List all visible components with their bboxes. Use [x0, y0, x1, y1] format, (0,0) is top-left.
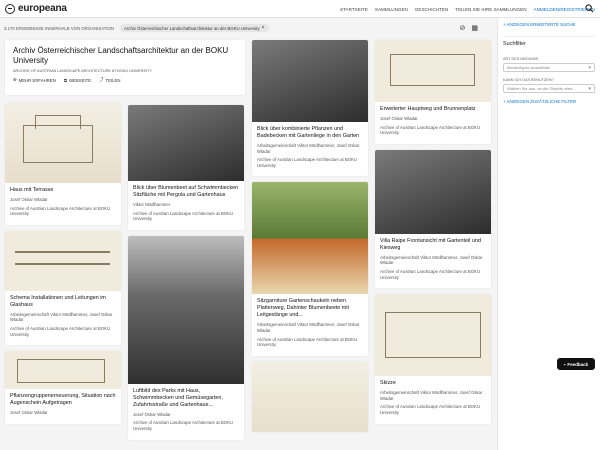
close-icon[interactable]: ×: [262, 25, 265, 31]
card-creator: Josef Oskar Wladar: [133, 411, 171, 417]
card-provider: Archive of Austrian Landscape Architectu…: [10, 205, 111, 217]
share-icon: ⤴: [99, 77, 104, 82]
card-title: Blick über Blumenbeet auf Schwimmbecken …: [133, 185, 239, 198]
card-title: Skizze: [380, 380, 396, 387]
advanced-search-link[interactable]: + ANZEIGEN ERWEITERTE SUCHE: [503, 22, 595, 27]
card-provider: Archive of Austrian Landscape Architectu…: [133, 210, 234, 222]
share-button[interactable]: ⤴ TEILEN: [99, 77, 120, 83]
card-image: [5, 351, 121, 390]
card-title: Sitzgarniture Gartenschaukeln neben Plat…: [257, 298, 349, 319]
card-image: [5, 103, 121, 183]
result-card[interactable]: [252, 361, 368, 432]
top-bar: europeana STARTSEITE SAMMLUNGEN GESCHICH…: [0, 0, 600, 18]
card-creator: Josef Oskar Wladar: [380, 116, 418, 121]
card-creator: Arbeitsgemeinschaft Viktor Mödlhammer, J…: [380, 390, 483, 401]
result-card[interactable]: Schema Installationen und Leitungen im G…: [5, 230, 121, 346]
filter-title: Suchfilter: [503, 36, 595, 47]
nav-teilen[interactable]: TEILEN SIE IHRE SAMMLUNGEN: [455, 7, 526, 12]
card-title: Luftbild des Parks mit Haus, Schwimmbeck…: [133, 387, 223, 408]
feedback-button[interactable]: ▪ Feedback: [557, 358, 595, 370]
result-card[interactable]: Blick über kombinierte Pflanzen und Bade…: [252, 40, 368, 177]
result-card[interactable]: Luftbild des Parks mit Haus, Schwimmbeck…: [128, 235, 244, 440]
chat-icon: ▪: [563, 361, 566, 367]
card-creator: Arbeitsgemeinschaft Viktor Mödlhammer, J…: [10, 311, 113, 323]
organisation-card: Archiv Österreichischer Landschaftsarchi…: [5, 40, 245, 95]
card-provider: Archive of Austrian Landscape Architectu…: [10, 325, 111, 337]
card-image: [375, 149, 491, 234]
search-icon[interactable]: [585, 4, 594, 13]
organisation-title: Archiv Österreichischer Landschaftsarchi…: [13, 46, 229, 65]
reuse-select[interactable]: Wählen Sie aus, ob die Objekte wied...: [503, 84, 595, 93]
card-provider: Archive of Austrian Landscape Architectu…: [380, 268, 481, 280]
card-provider: Archive of Austrian Landscape Architectu…: [380, 124, 481, 136]
card-title: Blick über kombinierte Pflanzen und Bade…: [257, 126, 360, 139]
plus-icon: ⊕: [13, 77, 17, 82]
card-image: [252, 182, 368, 295]
check-circle-icon[interactable]: ⊘: [460, 24, 466, 32]
europeana-logo[interactable]: europeana: [5, 3, 67, 14]
card-image: [252, 361, 368, 432]
nav-startseite[interactable]: STARTSEITE: [340, 7, 368, 12]
result-card[interactable]: Villa Raipe Frontansicht mit Gartenteil …: [375, 149, 491, 289]
card-image: [375, 40, 491, 102]
card-creator: Arbeitsgemeinschaft Viktor Mödlhammer, J…: [257, 322, 360, 333]
card-title: Villa Raipe Frontansicht mit Gartenteil …: [380, 237, 481, 251]
more-info-label: MEHR ERFAHREN: [18, 77, 56, 83]
results-bar: 3.170 ERGEBNISSE INNERHALB VON ORGANISAT…: [0, 22, 495, 34]
card-image: [375, 294, 491, 377]
media-label: ART DES MEDIUMS: [503, 57, 539, 61]
result-card[interactable]: Haus mit Terrasse Josef Oskar Wladar Arc…: [5, 103, 121, 225]
result-card[interactable]: Pflanzengruppenerneuerung, Situation nac…: [5, 351, 121, 424]
nav-sammlungen[interactable]: SAMMLUNGEN: [375, 7, 408, 12]
result-card[interactable]: Blick über Blumenbeet auf Schwimmbecken …: [128, 105, 244, 230]
sidebar: + ANZEIGEN ERWEITERTE SUCHE Suchfilter A…: [497, 18, 600, 450]
logo-text: europeana: [18, 3, 67, 14]
main-nav: STARTSEITE SAMMLUNGEN GESCHICHTEN TEILEN…: [340, 0, 595, 18]
card-provider: Archive of Austrian Landscape Architectu…: [380, 404, 481, 415]
card-creator: Josef Oskar Wladar: [10, 197, 48, 202]
card-title: Schema Installationen und Leitungen im G…: [10, 294, 106, 308]
card-image: [252, 40, 368, 122]
result-card[interactable]: Skizze Arbeitsgemeinschaft Viktor Mödlha…: [375, 294, 491, 424]
result-card[interactable]: Erweiterter Hauptweg und Brunnenplatz Jo…: [375, 40, 491, 144]
reuse-label: KANN ICH DAS BENUTZEN?: [503, 78, 554, 82]
filter-chip-label: Archiv Österreichischer Landschaftsarchi…: [124, 25, 260, 31]
card-image: [5, 230, 121, 291]
card-image: [128, 105, 244, 181]
result-card[interactable]: Sitzgarniture Gartenschaukeln neben Plat…: [252, 182, 368, 356]
card-creator: Arbeitsgemeinschaft Viktor Mödlhammer, J…: [380, 254, 483, 266]
card-title: Haus mit Terrasse: [10, 187, 54, 193]
share-label: TEILEN: [105, 77, 121, 83]
more-filters-link[interactable]: + ANZEIGEN ZUSÄTZLICHE FILTER: [503, 99, 595, 104]
filter-chip[interactable]: Archiv Österreichischer Landschaftsarchi…: [120, 24, 269, 32]
organisation-subtitle: ARCHIVE OF AUSTRIAN LANDSCAPE ARCHITECTU…: [13, 69, 152, 73]
more-info-button[interactable]: ⊕ MEHR ERFAHREN: [13, 77, 56, 83]
card-creator: Arbeitsgemeinschaft Viktor Mödlhammer, J…: [257, 143, 360, 154]
card-provider: Archive of Austrian Landscape Architectu…: [257, 157, 358, 168]
result-count: 3.170 ERGEBNISSE INNERHALB VON ORGANISAT…: [4, 25, 114, 31]
media-select[interactable]: Medientypen auswählen: [503, 63, 595, 72]
card-provider: Archive of Austrian Landscape Architectu…: [133, 420, 234, 431]
feedback-label: Feedback: [567, 361, 589, 367]
website-button[interactable]: ⧉ WEBSEITE: [64, 77, 91, 83]
nav-geschichten[interactable]: GESCHICHTEN: [415, 7, 448, 12]
card-creator: Josef Oskar Wladar: [10, 410, 48, 416]
card-creator: Viktor Mödlhammer: [133, 202, 171, 207]
link-icon: ⧉: [63, 77, 67, 83]
card-image: [128, 235, 244, 384]
europeana-logo-icon: [5, 3, 15, 14]
card-provider: Archive of Austrian Landscape Architectu…: [257, 336, 358, 348]
grid-view-icon[interactable]: ▦: [471, 24, 478, 32]
card-title: Pflanzengruppenerneuerung, Situation nac…: [10, 393, 116, 407]
website-label: WEBSEITE: [68, 77, 92, 83]
card-title: Erweiterter Hauptweg und Brunnenplatz: [380, 106, 476, 112]
